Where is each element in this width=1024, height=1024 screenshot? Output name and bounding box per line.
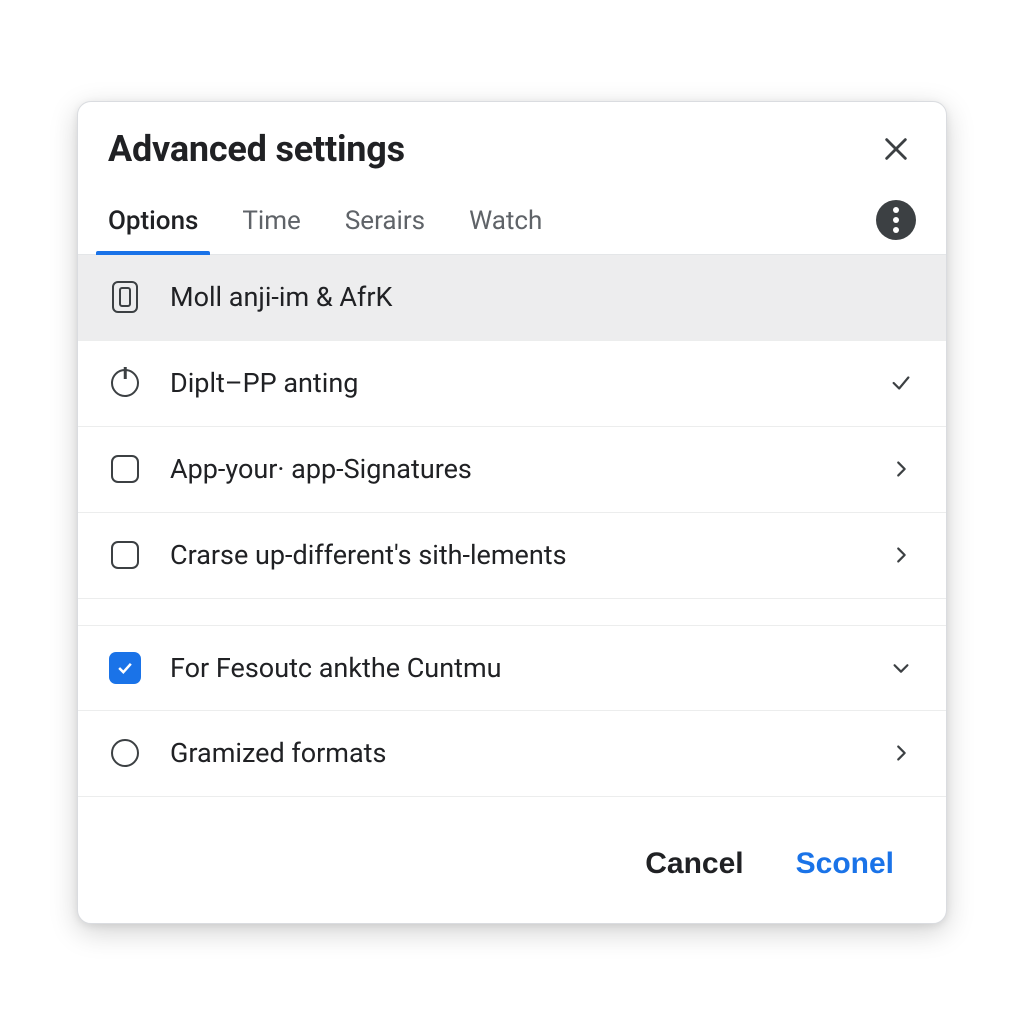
tab-options[interactable]: Options bbox=[108, 192, 198, 254]
settings-list: Moll anji-im & AfrK Diplt–PP anting App-… bbox=[78, 255, 946, 797]
circle-icon bbox=[108, 736, 142, 770]
trailing-none bbox=[886, 282, 916, 312]
tab-bar: Options Time Serairs Watch bbox=[78, 192, 946, 255]
setting-row-crarse-elements[interactable]: Crarse up-different's sith-lements bbox=[78, 513, 946, 599]
setting-row-for-fesoutc[interactable]: For Fesoutc ankthe Cuntmu bbox=[78, 625, 946, 711]
card-icon bbox=[108, 280, 142, 314]
box-icon bbox=[108, 452, 142, 486]
close-button[interactable] bbox=[876, 129, 916, 169]
dialog-footer: Cancel Sconel bbox=[78, 797, 946, 923]
tab-watch[interactable]: Watch bbox=[469, 192, 542, 254]
tab-time[interactable]: Time bbox=[242, 192, 300, 254]
setting-label: For Fesoutc ankthe Cuntmu bbox=[170, 652, 858, 684]
check-icon bbox=[886, 368, 916, 398]
setting-label: App-your· app-Signatures bbox=[170, 453, 858, 485]
tabs: Options Time Serairs Watch bbox=[108, 192, 876, 254]
checkbox-checked-icon bbox=[108, 651, 142, 685]
chevron-right-icon bbox=[886, 738, 916, 768]
cancel-button[interactable]: Cancel bbox=[641, 841, 747, 887]
more-vert-icon bbox=[893, 205, 899, 235]
overflow-menu-button[interactable] bbox=[876, 200, 916, 240]
chevron-right-icon bbox=[886, 540, 916, 570]
setting-row-moll-anjim[interactable]: Moll anji-im & AfrK bbox=[78, 255, 946, 341]
setting-row-diplt-pp[interactable]: Diplt–PP anting bbox=[78, 341, 946, 427]
setting-label: Diplt–PP anting bbox=[170, 367, 858, 399]
box-icon bbox=[108, 538, 142, 572]
setting-label: Gramized formats bbox=[170, 737, 858, 769]
power-icon bbox=[108, 366, 142, 400]
chevron-right-icon bbox=[886, 454, 916, 484]
dialog-header: Advanced settings bbox=[78, 102, 946, 192]
setting-row-gramized-formats[interactable]: Gramized formats bbox=[78, 711, 946, 797]
advanced-settings-dialog: Advanced settings Options Time Serairs W… bbox=[77, 101, 947, 924]
setting-label: Moll anji-im & AfrK bbox=[170, 281, 858, 313]
setting-row-app-signatures[interactable]: App-your· app-Signatures bbox=[78, 427, 946, 513]
close-icon bbox=[882, 135, 910, 163]
setting-label: Crarse up-different's sith-lements bbox=[170, 539, 858, 571]
chevron-down-icon bbox=[886, 653, 916, 683]
dialog-title: Advanced settings bbox=[108, 128, 405, 170]
confirm-button[interactable]: Sconel bbox=[792, 841, 898, 887]
tab-serairs[interactable]: Serairs bbox=[345, 192, 425, 254]
